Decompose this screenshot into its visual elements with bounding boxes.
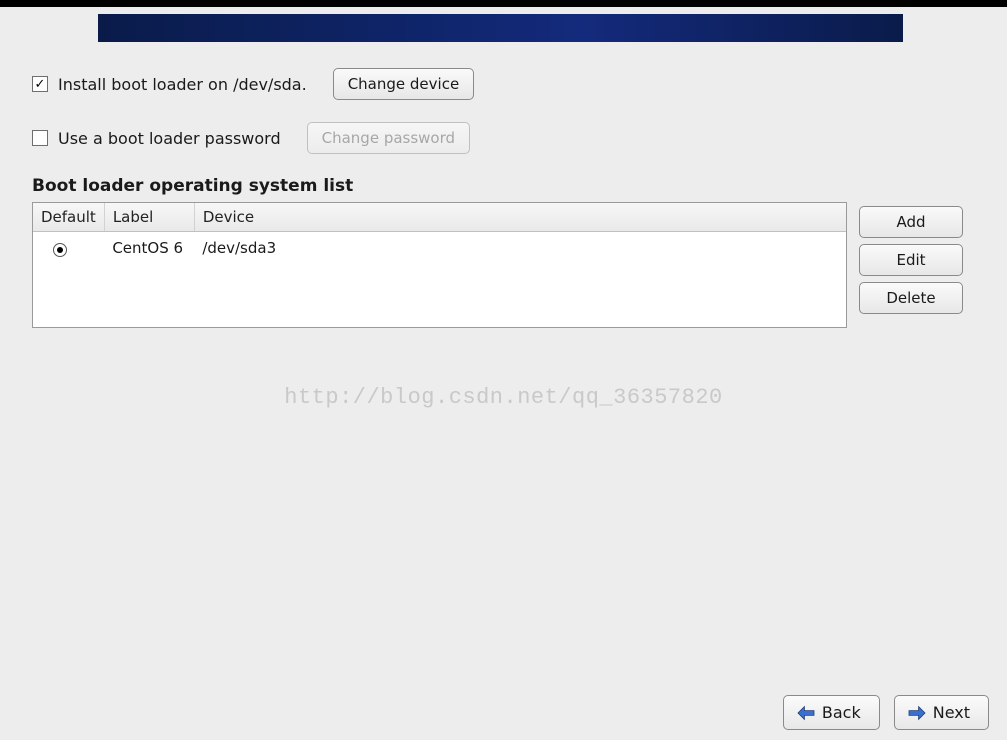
change-password-button: Change password [307,122,470,154]
edit-button[interactable]: Edit [859,244,963,276]
table-header-row: Default Label Device [33,203,846,232]
bootloader-password-checkbox[interactable] [32,130,48,146]
table-row[interactable]: CentOS 6 /dev/sda3 [33,232,846,265]
os-list-side-buttons: Add Edit Delete [859,206,963,314]
column-header-label[interactable]: Label [104,203,194,232]
install-bootloader-label: Install boot loader on /dev/sda. [58,75,307,94]
os-list-table: Default Label Device CentOS 6 /dev/sda3 [33,203,846,264]
bootloader-password-row: Use a boot loader password Change passwo… [32,122,979,154]
column-header-device[interactable]: Device [194,203,846,232]
watermark-text: http://blog.csdn.net/qq_36357820 [0,385,1007,410]
cell-label: CentOS 6 [104,232,194,265]
back-button-label: Back [822,703,861,722]
delete-button[interactable]: Delete [859,282,963,314]
footer-nav: Back Next [783,695,989,730]
os-list-table-container: Default Label Device CentOS 6 /dev/sda3 [32,202,847,328]
install-bootloader-row: ✓ Install boot loader on /dev/sda. Chang… [32,68,979,100]
next-button[interactable]: Next [894,695,989,730]
column-header-default[interactable]: Default [33,203,104,232]
checkmark-icon: ✓ [35,78,46,91]
window-top-border [0,0,1007,7]
radio-dot-icon [57,247,63,253]
arrow-right-icon [907,705,927,721]
os-list-title: Boot loader operating system list [32,176,979,196]
change-device-button[interactable]: Change device [333,68,474,100]
add-button[interactable]: Add [859,206,963,238]
header-banner [98,14,903,42]
cell-device: /dev/sda3 [194,232,846,265]
cell-default [33,232,104,265]
main-content: ✓ Install boot loader on /dev/sda. Chang… [32,68,979,328]
os-list-area: Default Label Device CentOS 6 /dev/sda3 [32,202,979,328]
bootloader-password-label: Use a boot loader password [58,129,281,148]
default-os-radio[interactable] [53,243,67,257]
arrow-left-icon [796,705,816,721]
next-button-label: Next [933,703,970,722]
install-bootloader-checkbox[interactable]: ✓ [32,76,48,92]
back-button[interactable]: Back [783,695,880,730]
